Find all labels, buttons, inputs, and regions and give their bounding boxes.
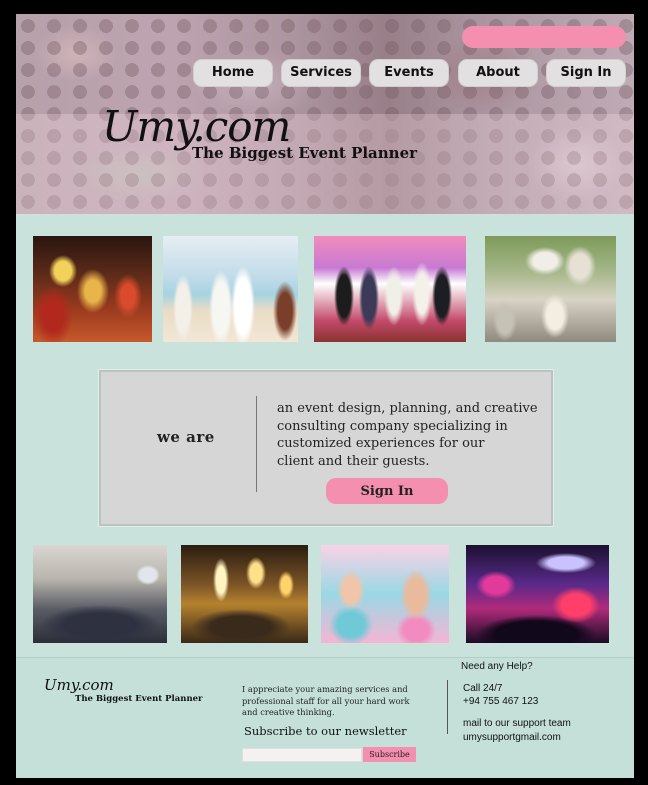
footer-divider bbox=[447, 680, 448, 734]
testimonial-line: professional staff for all your hard wor… bbox=[242, 695, 410, 706]
about-line: customized experiences for our bbox=[277, 436, 485, 451]
nav-events[interactable]: Events bbox=[369, 59, 449, 87]
gallery-photo-group-party[interactable] bbox=[314, 236, 466, 342]
footer-testimonial: I appreciate your amazing services and p… bbox=[242, 684, 412, 719]
nav-home[interactable]: Home bbox=[193, 59, 273, 87]
about-heading: we are bbox=[157, 428, 215, 446]
footer-logo[interactable]: Umy.com bbox=[44, 676, 114, 694]
about-description: an event design, planning, and creative … bbox=[277, 400, 547, 470]
gallery-photo-conference[interactable] bbox=[33, 545, 167, 643]
nav-sign-in[interactable]: Sign In bbox=[546, 59, 626, 87]
gallery-photo-birthday-family[interactable] bbox=[321, 545, 449, 643]
header-hero: Home Services Events About Sign In Umy.c… bbox=[16, 14, 634, 214]
about-divider bbox=[256, 396, 257, 492]
subscribe-button[interactable]: Subscribe bbox=[363, 747, 416, 762]
header-search-bar[interactable] bbox=[462, 26, 626, 48]
testimonial-line: and creative thinking. bbox=[242, 707, 335, 717]
phone-number[interactable]: +94 755 467 123 bbox=[463, 695, 538, 708]
page-frame: Home Services Events About Sign In Umy.c… bbox=[16, 14, 634, 778]
newsletter-email-input[interactable] bbox=[242, 748, 362, 762]
newsletter-heading: Subscribe to our newsletter bbox=[244, 724, 407, 738]
about-line: consulting company specializing in bbox=[277, 418, 508, 434]
gallery-photo-beach-wedding[interactable] bbox=[163, 236, 298, 342]
footer-tagline: The Biggest Event Planner bbox=[75, 694, 203, 704]
about-line: client and their guests. bbox=[277, 453, 430, 469]
mail-label: mail to our support team bbox=[463, 718, 571, 729]
nav-about[interactable]: About bbox=[458, 59, 538, 87]
sign-in-button[interactable]: Sign In bbox=[326, 478, 448, 504]
gallery-photo-concert[interactable] bbox=[466, 545, 609, 643]
site-footer: Umy.com The Biggest Event Planner I appr… bbox=[16, 657, 634, 778]
gallery-photo-banquet-hall[interactable] bbox=[181, 545, 308, 643]
site-tagline: The Biggest Event Planner bbox=[192, 144, 418, 162]
call-info: Call 24/7 +94 755 467 123 bbox=[463, 682, 538, 708]
call-label: Call 24/7 bbox=[463, 683, 503, 694]
gallery-photo-garden-wedding[interactable] bbox=[485, 236, 616, 342]
gallery-photo-dancers[interactable] bbox=[33, 236, 152, 342]
testimonial-line: I appreciate your amazing services and bbox=[242, 684, 408, 694]
nav-services[interactable]: Services bbox=[281, 59, 361, 87]
support-email[interactable]: umysupportgmail.com bbox=[463, 731, 571, 745]
about-panel: we are an event design, planning, and cr… bbox=[99, 370, 553, 526]
about-line: an event design, planning, and creative bbox=[277, 401, 538, 416]
mail-info: mail to our support team umysupportgmail… bbox=[463, 717, 571, 745]
help-heading: Need any Help? bbox=[461, 661, 533, 672]
